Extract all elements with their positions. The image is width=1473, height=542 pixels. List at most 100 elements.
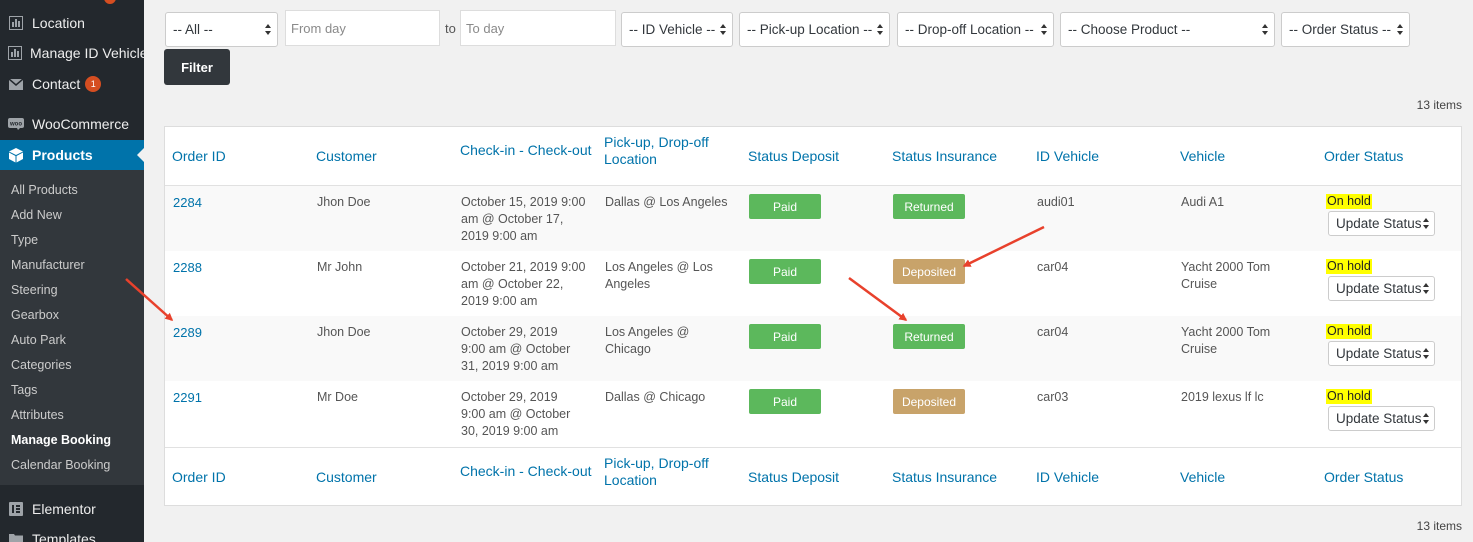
- order-status-select[interactable]: -- Order Status --: [1281, 12, 1410, 47]
- order-id-link[interactable]: 2288: [173, 259, 202, 276]
- box-icon: [8, 147, 24, 163]
- col-header-status-deposit[interactable]: Status Deposit: [748, 148, 839, 165]
- table-row: 2289 Jhon Doe October 29, 2019 9:00 am @ …: [165, 316, 1461, 381]
- select-arrows-icon: [1423, 216, 1431, 232]
- chart-icon: [8, 45, 22, 61]
- notification-dot: [104, 0, 116, 4]
- dates-cell: October 15, 2019 9:00 am @ October 17, 201…: [461, 195, 586, 243]
- col-header-check-in-out[interactable]: Check-in - Check-out: [460, 142, 592, 159]
- insurance-status-badge: Returned: [893, 194, 965, 219]
- col-header-customer[interactable]: Customer: [316, 148, 377, 165]
- table-row: 2291 Mr Doe October 29, 2019 9:00 am @ Oc…: [165, 381, 1461, 446]
- locations-cell: Los Angeles @ Los Angeles: [605, 260, 713, 291]
- submenu-calendar-booking[interactable]: Calendar Booking: [11, 458, 110, 472]
- select-arrows-icon: [1423, 411, 1431, 427]
- table-row: 2284 Jhon Doe October 15, 2019 9:00 am @ …: [165, 186, 1461, 251]
- col-footer-check-in-out[interactable]: Check-in - Check-out: [460, 463, 592, 480]
- dates-cell: October 29, 2019 9:00 am @ October 31, 201…: [461, 325, 571, 373]
- table-footer: Order ID Customer Check-in - Check-out P…: [165, 447, 1461, 506]
- col-footer-order-id[interactable]: Order ID: [172, 469, 226, 486]
- col-footer-order-status[interactable]: Order Status: [1324, 469, 1403, 486]
- submenu-auto-park[interactable]: Auto Park: [11, 333, 66, 347]
- sidebar-item-label: Contact: [32, 76, 81, 92]
- id-vehicle-cell: car04: [1037, 325, 1069, 339]
- submenu-attributes[interactable]: Attributes: [11, 408, 64, 422]
- col-header-id-vehicle[interactable]: ID Vehicle: [1036, 148, 1099, 165]
- select-value: -- Order Status --: [1289, 22, 1392, 37]
- select-arrows-icon: [1423, 346, 1431, 362]
- sidebar-item-manage-id-vehicle[interactable]: Manage ID Vehicle: [0, 38, 148, 68]
- order-status-highlight: On hold: [1326, 389, 1372, 404]
- order-id-link[interactable]: 2284: [173, 194, 202, 211]
- update-status-select[interactable]: Update Status: [1328, 341, 1435, 366]
- bookings-table: Order ID Customer Check-in - Check-out P…: [164, 126, 1462, 506]
- vehicle-cell: Yacht 2000 Tom Cruise: [1181, 325, 1271, 356]
- update-status-select[interactable]: Update Status: [1328, 276, 1435, 301]
- sidebar-item-products[interactable]: Products: [0, 140, 144, 170]
- filter-button[interactable]: Filter: [164, 49, 230, 85]
- select-value: -- Drop-off Location --: [905, 22, 1034, 37]
- date-range-select[interactable]: -- All --: [165, 12, 278, 47]
- insurance-status-badge: Deposited: [893, 259, 965, 284]
- items-count-top: 13 items: [1416, 98, 1462, 112]
- customer-cell: Jhon Doe: [317, 195, 371, 209]
- deposit-status-badge: Paid: [749, 194, 821, 219]
- submenu-steering[interactable]: Steering: [11, 283, 58, 297]
- sidebar-item-elementor[interactable]: Elementor: [0, 494, 144, 524]
- sidebar-item-templates[interactable]: Templates: [0, 524, 144, 542]
- order-id-link[interactable]: 2289: [173, 324, 202, 341]
- col-header-order-id[interactable]: Order ID: [172, 148, 226, 165]
- submenu-categories[interactable]: Categories: [11, 358, 71, 372]
- col-footer-locations[interactable]: Pick-up, Drop-off Location: [604, 455, 709, 489]
- submenu-tags[interactable]: Tags: [11, 383, 37, 397]
- submenu-type[interactable]: Type: [11, 233, 38, 247]
- update-status-select[interactable]: Update Status: [1328, 406, 1435, 431]
- col-footer-status-deposit[interactable]: Status Deposit: [748, 469, 839, 486]
- col-header-locations[interactable]: Pick-up, Drop-off Location: [604, 134, 709, 168]
- submenu-all-products[interactable]: All Products: [11, 183, 78, 197]
- locations-cell: Dallas @ Chicago: [605, 390, 706, 404]
- select-value: -- All --: [173, 22, 213, 37]
- col-footer-vehicle[interactable]: Vehicle: [1180, 469, 1225, 486]
- order-id-link[interactable]: 2291: [173, 389, 202, 406]
- submenu-add-new[interactable]: Add New: [11, 208, 62, 222]
- submenu-manage-booking[interactable]: Manage Booking: [11, 433, 111, 447]
- col-footer-id-vehicle[interactable]: ID Vehicle: [1036, 469, 1099, 486]
- select-arrows-icon: [1041, 22, 1049, 38]
- col-footer-status-insurance[interactable]: Status Insurance: [892, 469, 997, 486]
- col-header-order-status[interactable]: Order Status: [1324, 148, 1403, 165]
- col-header-vehicle[interactable]: Vehicle: [1180, 148, 1225, 165]
- to-day-input[interactable]: [460, 10, 616, 46]
- sidebar-item-label: Location: [32, 15, 85, 31]
- customer-cell: Jhon Doe: [317, 325, 371, 339]
- id-vehicle-cell: car04: [1037, 260, 1069, 274]
- order-status-highlight: On hold: [1326, 324, 1372, 339]
- customer-cell: Mr Doe: [317, 390, 358, 404]
- sidebar-item-contact[interactable]: Contact 1: [0, 69, 144, 99]
- update-status-select[interactable]: Update Status: [1328, 211, 1435, 236]
- deposit-status-badge: Paid: [749, 324, 821, 349]
- select-arrows-icon: [877, 22, 885, 38]
- dropoff-location-select[interactable]: -- Drop-off Location --: [897, 12, 1054, 47]
- col-footer-customer[interactable]: Customer: [316, 469, 377, 486]
- pickup-location-select[interactable]: -- Pick-up Location --: [739, 12, 890, 47]
- vehicle-cell: Yacht 2000 Tom Cruise: [1181, 260, 1271, 291]
- sidebar-item-label: Products: [32, 147, 93, 163]
- deposit-status-badge: Paid: [749, 389, 821, 414]
- id-vehicle-cell: audi01: [1037, 195, 1075, 209]
- product-select[interactable]: -- Choose Product --: [1060, 12, 1275, 47]
- submenu-gearbox[interactable]: Gearbox: [11, 308, 59, 322]
- col-header-status-insurance[interactable]: Status Insurance: [892, 148, 997, 165]
- insurance-status-badge: Deposited: [893, 389, 965, 414]
- sidebar-item-location[interactable]: Location: [0, 8, 144, 38]
- items-count-bottom: 13 items: [1416, 519, 1462, 533]
- customer-cell: Mr John: [317, 260, 363, 274]
- to-label: to: [445, 21, 456, 36]
- dates-cell: October 21, 2019 9:00 am @ October 22, 201…: [461, 260, 586, 308]
- id-vehicle-select[interactable]: -- ID Vehicle --: [621, 12, 733, 47]
- select-value: -- Pick-up Location --: [747, 22, 873, 37]
- sidebar-item-woocommerce[interactable]: woo WooCommerce: [0, 109, 144, 139]
- submenu-manufacturer[interactable]: Manufacturer: [11, 258, 85, 272]
- unread-badge: 1: [85, 76, 102, 92]
- from-day-input[interactable]: [285, 10, 440, 46]
